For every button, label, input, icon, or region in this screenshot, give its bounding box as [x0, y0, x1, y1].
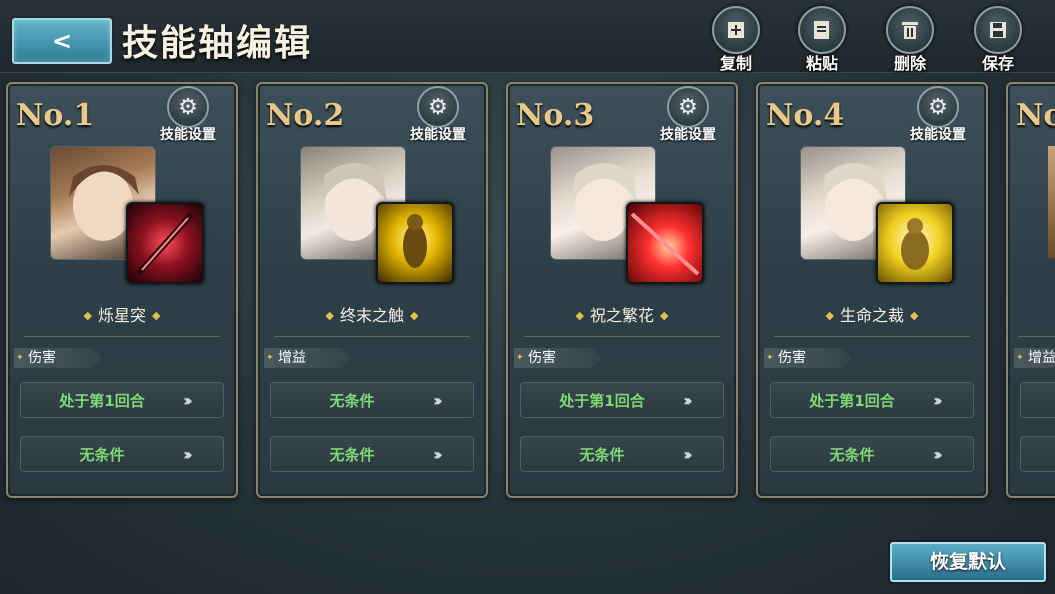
- skill-name: ◆ 终末之触 ◆: [325, 306, 419, 325]
- delete-button[interactable]: 删除: [880, 6, 940, 73]
- copy-button[interactable]: 复制: [706, 6, 766, 73]
- card-number: No.2: [266, 98, 345, 133]
- condition-row-2[interactable]: 无条件 ›››: [770, 436, 974, 472]
- gear-icon: ⚙: [917, 86, 959, 128]
- condition-row-2[interactable]: 无条件 ›››: [520, 436, 724, 472]
- condition-text: 处于第1回合: [809, 391, 895, 410]
- delete-label: 删除: [893, 54, 926, 73]
- skill-type-tag: 增益: [1014, 348, 1055, 368]
- gear-icon: ⚙: [417, 86, 459, 128]
- paste-button[interactable]: 粘贴: [792, 6, 852, 73]
- card-number: No.3: [516, 98, 595, 133]
- skill-name: ◆ 生命之裁 ◆: [825, 306, 919, 325]
- condition-row-2[interactable]: 无条件 ›››: [20, 436, 224, 472]
- divider: [1018, 336, 1055, 337]
- save-button[interactable]: 保存: [968, 6, 1028, 73]
- gear-icon: ⚙: [167, 86, 209, 128]
- divider: [24, 336, 220, 337]
- skill-settings-button[interactable]: ⚙ 技能设置: [398, 86, 478, 144]
- skill-card-5[interactable]: No 增益: [1006, 82, 1055, 498]
- card-number: No: [1016, 98, 1055, 133]
- condition-row-2[interactable]: [1020, 436, 1055, 472]
- condition-row-1[interactable]: 处于第1回合 ›››: [770, 382, 974, 418]
- condition-row-1[interactable]: [1020, 382, 1055, 418]
- paste-label: 粘贴: [805, 54, 838, 73]
- chevron-right-icon: ›››: [433, 444, 443, 464]
- divider: [524, 336, 720, 337]
- chevron-right-icon: ›››: [933, 444, 943, 464]
- character-portrait: [1048, 146, 1055, 258]
- skill-card-4[interactable]: No.4 ⚙ 技能设置 ◆生命之裁◆ 伤害 处于第1回合 ››› 无条件 ›››: [756, 82, 988, 498]
- condition-row-1[interactable]: 处于第1回合 ›››: [520, 382, 724, 418]
- skill-type-tag: 伤害: [14, 348, 102, 368]
- chevron-right-icon: ›››: [683, 444, 693, 464]
- condition-text: 无条件: [829, 445, 875, 464]
- chevron-right-icon: ›››: [183, 444, 193, 464]
- skill-icon: [626, 202, 704, 284]
- skill-settings-label: 技能设置: [910, 127, 966, 143]
- paste-icon: [798, 6, 846, 54]
- gear-icon: ⚙: [667, 86, 709, 128]
- save-label: 保存: [981, 54, 1014, 73]
- skill-icon: [126, 202, 204, 284]
- skill-settings-button[interactable]: ⚙ 技能设置: [148, 86, 228, 144]
- condition-row-1[interactable]: 无条件 ›››: [270, 382, 474, 418]
- condition-text: 无条件: [579, 445, 625, 464]
- save-icon: [974, 6, 1022, 54]
- skill-icon: [876, 202, 954, 284]
- back-button[interactable]: <: [12, 18, 112, 64]
- skill-type-tag: 伤害: [764, 348, 852, 368]
- card-number: No.4: [766, 98, 845, 133]
- condition-row-2[interactable]: 无条件 ›››: [270, 436, 474, 472]
- skill-name: ◆ 烁星突 ◆: [83, 306, 161, 325]
- skill-settings-label: 技能设置: [410, 127, 466, 143]
- skill-settings-label: 技能设置: [660, 127, 716, 143]
- condition-text: 处于第1回合: [59, 391, 145, 410]
- trash-icon: [886, 6, 934, 54]
- copy-icon: [712, 6, 760, 54]
- condition-text: 处于第1回合: [559, 391, 645, 410]
- skill-type-tag: 伤害: [514, 348, 602, 368]
- copy-label: 复制: [719, 54, 752, 73]
- top-bar: < 技能轴编辑 复制 粘贴 删除 保存: [0, 0, 1055, 73]
- chevron-right-icon: ›››: [683, 390, 693, 410]
- skill-type-tag: 增益: [264, 348, 352, 368]
- skill-card-3[interactable]: No.3 ⚙ 技能设置 ◆祝之繁花◆ 伤害 处于第1回合 ››› 无条件 ›››: [506, 82, 738, 498]
- page-title: 技能轴编辑: [122, 22, 313, 64]
- skill-card-1[interactable]: No.1 ⚙ 技能设置 ◆烁星突◆ 伤害 处于第1回合 ››› 无条件 ›››: [6, 82, 238, 498]
- condition-text: 无条件: [329, 391, 375, 410]
- divider: [774, 336, 970, 337]
- chevron-right-icon: ›››: [183, 390, 193, 410]
- chevron-right-icon: ›››: [433, 390, 443, 410]
- reset-default-button[interactable]: 恢复默认: [890, 542, 1046, 582]
- back-arrow-icon: <: [51, 27, 73, 55]
- card-number: No.1: [16, 98, 95, 133]
- condition-row-1[interactable]: 处于第1回合 ›››: [20, 382, 224, 418]
- skill-settings-button[interactable]: ⚙ 技能设置: [648, 86, 728, 144]
- skill-icon: [376, 202, 454, 284]
- divider: [274, 336, 470, 337]
- skill-settings-label: 技能设置: [160, 127, 216, 143]
- condition-text: 无条件: [329, 445, 375, 464]
- skill-card-2[interactable]: No.2 ⚙ 技能设置 ◆终末之触◆ 增益 无条件 ››› 无条件 ›››: [256, 82, 488, 498]
- skill-settings-button[interactable]: ⚙ 技能设置: [898, 86, 978, 144]
- chevron-right-icon: ›››: [933, 390, 943, 410]
- condition-text: 无条件: [79, 445, 125, 464]
- skill-name: ◆ 祝之繁花 ◆: [575, 306, 669, 325]
